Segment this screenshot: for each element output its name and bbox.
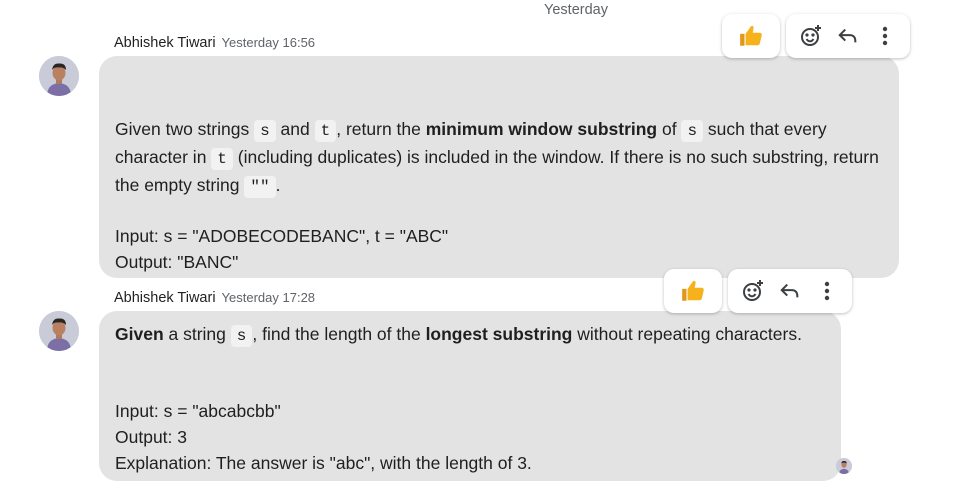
inline-code: s bbox=[681, 120, 704, 142]
reply-icon[interactable] bbox=[835, 23, 861, 49]
bold-text: Given bbox=[115, 324, 164, 344]
reply-icon[interactable] bbox=[777, 278, 803, 304]
bold-text: minimum window substring bbox=[425, 119, 658, 139]
inline-code: t bbox=[314, 120, 337, 142]
message-bubble: Given a string s, find the length of the… bbox=[99, 311, 841, 481]
inline-code: t bbox=[211, 148, 233, 170]
read-receipt-avatar bbox=[836, 458, 852, 474]
bold-text: longest substring bbox=[425, 324, 573, 344]
message-actions-group bbox=[786, 14, 910, 58]
add-reaction-icon[interactable] bbox=[798, 23, 824, 49]
message-meta: Abhishek Tiwari Yesterday 17:28 bbox=[114, 290, 315, 306]
avatar-image bbox=[39, 56, 79, 96]
message-time: Yesterday 16:56 bbox=[221, 35, 316, 50]
inline-code: s bbox=[254, 120, 276, 142]
thumbs-up-icon bbox=[738, 23, 764, 49]
message-bubble: Given two strings s and t, return the mi… bbox=[99, 56, 899, 278]
message-time: Yesterday 17:28 bbox=[221, 290, 316, 305]
more-vert-icon[interactable] bbox=[872, 23, 898, 49]
avatar-image bbox=[39, 311, 79, 351]
react-thumbs-up-button[interactable] bbox=[664, 269, 722, 313]
thumbs-up-icon bbox=[680, 278, 706, 304]
sender-name[interactable]: Abhishek Tiwari bbox=[114, 290, 216, 306]
output-line: Output: 3 bbox=[115, 427, 187, 447]
input-line: Input: s = "abcabcbb" bbox=[115, 401, 281, 421]
message-actions-toolbar bbox=[664, 269, 852, 313]
avatar[interactable] bbox=[39, 56, 79, 96]
inline-code: "" bbox=[244, 176, 276, 198]
more-vert-icon[interactable] bbox=[814, 278, 840, 304]
input-line: Input: s = "ADOBECODEBANC", t = "ABC" bbox=[115, 226, 449, 246]
problem-statement: Given two strings s and t, return the mi… bbox=[115, 119, 879, 198]
problem-statement: Given a string s, find the length of the… bbox=[115, 324, 802, 347]
sender-name[interactable]: Abhishek Tiwari bbox=[114, 35, 216, 51]
message-actions-toolbar bbox=[722, 14, 910, 58]
avatar-image bbox=[836, 458, 852, 474]
explanation-line: Explanation: The answer is "abc", with t… bbox=[115, 453, 532, 473]
avatar[interactable] bbox=[39, 311, 79, 351]
message-meta: Abhishek Tiwari Yesterday 16:56 bbox=[114, 35, 315, 51]
add-reaction-icon[interactable] bbox=[740, 278, 766, 304]
react-thumbs-up-button[interactable] bbox=[722, 14, 780, 58]
inline-code: s bbox=[230, 325, 253, 347]
message-actions-group bbox=[728, 269, 852, 313]
